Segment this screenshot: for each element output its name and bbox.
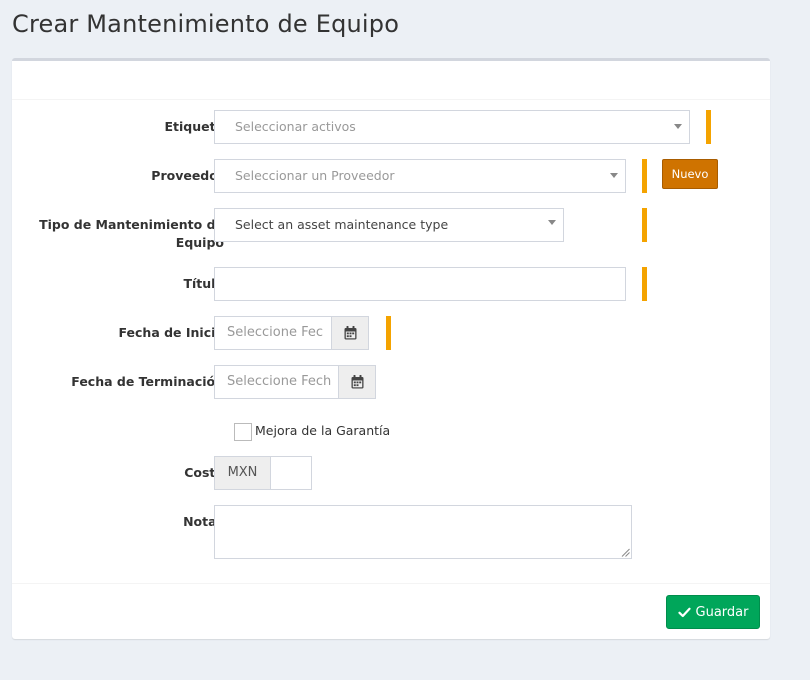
- calendar-icon: [351, 375, 363, 389]
- required-indicator: [642, 159, 647, 193]
- required-indicator: [706, 110, 711, 144]
- caret-down-icon: [548, 220, 556, 225]
- title-input[interactable]: [214, 267, 626, 301]
- warranty-improvement-label: Mejora de la Garantía: [255, 423, 391, 438]
- proveedor-select[interactable]: Seleccionar un Proveedor: [214, 159, 626, 193]
- box-footer: [12, 583, 770, 639]
- etiqueta-placeholder: Seleccionar activos: [235, 119, 356, 134]
- maintenance-type-select[interactable]: Select an asset maintenance type: [214, 208, 564, 242]
- start-date-input[interactable]: Seleccione Fec: [214, 316, 332, 350]
- etiqueta-select[interactable]: Seleccionar activos: [214, 110, 690, 144]
- warranty-improvement-checkbox[interactable]: [234, 423, 252, 441]
- check-icon: [677, 607, 691, 617]
- caret-down-icon: [674, 124, 682, 129]
- new-supplier-button[interactable]: Nuevo: [662, 159, 718, 189]
- save-button-label: Guardar: [695, 604, 749, 620]
- save-button[interactable]: Guardar: [666, 595, 760, 629]
- currency-addon: MXN: [214, 456, 271, 490]
- fecha-inicio-label: Fecha de Inicio: [118, 325, 225, 340]
- end-date-input[interactable]: Seleccione Fech: [214, 365, 339, 399]
- box-header: [12, 61, 770, 100]
- resize-handle-icon[interactable]: [621, 548, 630, 557]
- fecha-terminacion-label: Fecha de Terminación: [71, 374, 224, 389]
- required-indicator: [386, 316, 391, 350]
- tipo-label: Tipo de Mantenimiento de Equipo: [39, 216, 224, 252]
- cost-input[interactable]: [270, 456, 312, 490]
- caret-down-icon: [610, 173, 618, 178]
- end-date-calendar-button[interactable]: [338, 365, 376, 399]
- tipo-label-line1: Tipo de Mantenimiento de: [39, 217, 224, 232]
- required-indicator: [642, 208, 647, 242]
- calendar-icon: [344, 326, 356, 340]
- notes-textarea[interactable]: [214, 505, 632, 559]
- maintenance-type-value: Select an asset maintenance type: [235, 217, 449, 232]
- page-title: Crear Mantenimiento de Equipo: [12, 10, 400, 38]
- required-indicator: [642, 267, 647, 301]
- start-date-calendar-button[interactable]: [331, 316, 369, 350]
- proveedor-placeholder: Seleccionar un Proveedor: [235, 168, 395, 183]
